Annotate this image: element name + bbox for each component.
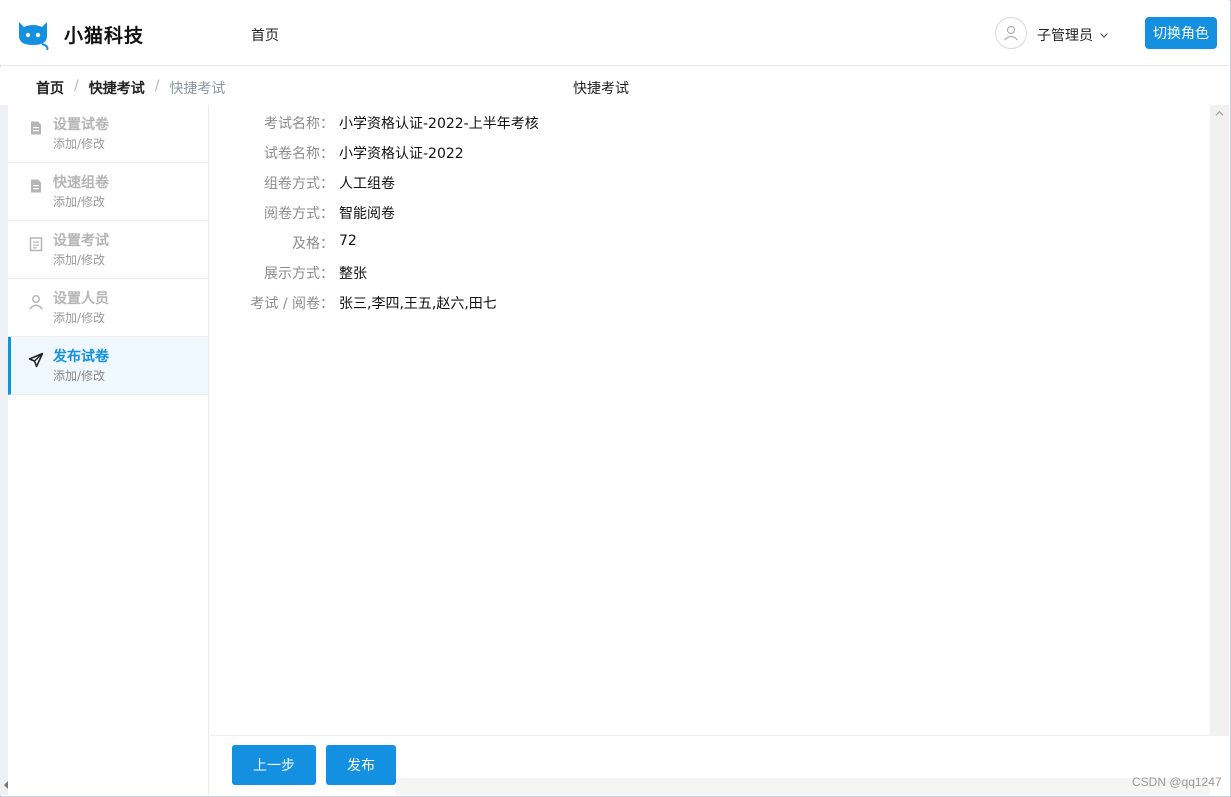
- breadcrumb-quick-exam[interactable]: 快捷考试: [89, 78, 145, 98]
- publish-button[interactable]: 发布: [326, 745, 396, 785]
- breadcrumb-separator: /: [74, 78, 79, 94]
- step-title: 发布试卷: [53, 349, 109, 365]
- step-subtitle: 添加/修改: [53, 311, 106, 325]
- step-sidebar: 设置试卷 添加/修改 快速组卷 添加/修改 设置考试 添加/修改 设置人员 添加…: [8, 105, 209, 795]
- watermark: CSDN @qq1247: [1132, 775, 1222, 789]
- breadcrumb-home[interactable]: 首页: [36, 78, 64, 98]
- prev-step-button[interactable]: 上一步: [232, 745, 316, 785]
- step-quick-compose[interactable]: 快速组卷 添加/修改: [8, 163, 208, 221]
- detail-label: 组卷方式：: [264, 176, 334, 192]
- step-subtitle: 添加/修改: [53, 369, 106, 383]
- step-title: 设置试卷: [53, 117, 109, 133]
- detail-row-exam-name: 考试名称： 小学资格认证-2022-上半年考核: [210, 113, 1209, 133]
- user-icon: [29, 295, 43, 310]
- cat-logo-icon: [19, 22, 49, 50]
- step-set-paper[interactable]: 设置试卷 添加/修改: [8, 105, 208, 163]
- breadcrumb-current: 快捷考试: [169, 81, 226, 97]
- detail-value: 张三,李四,王五,赵六,田七: [339, 296, 497, 312]
- avatar[interactable]: [995, 17, 1027, 49]
- left-edge: [0, 105, 8, 795]
- document-icon: [31, 121, 41, 135]
- detail-value: 小学资格认证-2022-上半年考核: [339, 116, 539, 132]
- detail-row-examinees-graders: 考试 / 阅卷： 张三,李四,王五,赵六,田七: [210, 293, 1209, 313]
- detail-row-pass-score: 及格： 72: [210, 233, 1209, 253]
- breadcrumb: 首页 / 快捷考试 / 快捷考试: [36, 78, 225, 98]
- send-icon: [28, 352, 44, 368]
- detail-row-compose-mode: 组卷方式： 人工组卷: [210, 173, 1209, 193]
- footer-strip: [396, 778, 1210, 795]
- chevron-down-icon: [1100, 33, 1108, 38]
- step-set-exam[interactable]: 设置考试 添加/修改: [8, 221, 208, 279]
- detail-label: 试卷名称：: [264, 146, 334, 162]
- breadcrumb-bar: 首页 / 快捷考试 / 快捷考试 快捷考试: [0, 67, 1229, 105]
- step-set-people[interactable]: 设置人员 添加/修改: [8, 279, 208, 337]
- step-subtitle: 添加/修改: [53, 195, 106, 209]
- user-menu[interactable]: 子管理员: [1037, 25, 1109, 45]
- detail-value: 整张: [339, 266, 367, 282]
- detail-label: 阅卷方式：: [264, 206, 334, 222]
- step-publish-paper[interactable]: 发布试卷 添加/修改: [8, 337, 208, 395]
- switch-role-button[interactable]: 切换角色: [1145, 17, 1217, 49]
- detail-label: 及格：: [292, 236, 334, 252]
- page-title: 快捷考试: [573, 81, 629, 97]
- document-icon: [31, 179, 41, 193]
- calendar-doc-icon: [29, 237, 43, 252]
- detail-row-grading-mode: 阅卷方式： 智能阅卷: [210, 203, 1209, 223]
- detail-row-paper-name: 试卷名称： 小学资格认证-2022: [210, 143, 1209, 163]
- publish-summary: 考试名称： 小学资格认证-2022-上半年考核 试卷名称： 小学资格认证-202…: [210, 105, 1209, 735]
- scroll-up-icon[interactable]: [1215, 109, 1224, 118]
- detail-label: 考试名称：: [264, 116, 334, 132]
- step-subtitle: 添加/修改: [53, 137, 106, 151]
- detail-value: 72: [339, 233, 357, 249]
- step-title: 设置人员: [53, 291, 109, 307]
- brand-name: 小猫科技: [64, 25, 145, 47]
- detail-value: 人工组卷: [339, 176, 395, 192]
- detail-value: 智能阅卷: [339, 206, 395, 222]
- breadcrumb-separator: /: [154, 78, 160, 94]
- step-subtitle: 添加/修改: [53, 253, 106, 267]
- vertical-scrollbar[interactable]: [1210, 105, 1229, 777]
- detail-value: 小学资格认证-2022: [339, 146, 464, 162]
- scroll-left-icon[interactable]: [3, 781, 9, 789]
- step-title: 设置考试: [53, 233, 109, 249]
- detail-label: 考试 / 阅卷：: [250, 296, 334, 312]
- step-title: 快速组卷: [53, 175, 109, 191]
- user-name: 子管理员: [1037, 28, 1093, 44]
- detail-row-display-mode: 展示方式： 整张: [210, 263, 1209, 283]
- user-avatar-icon: [1004, 25, 1018, 41]
- detail-label: 展示方式：: [264, 266, 334, 282]
- nav-home-link[interactable]: 首页: [251, 25, 279, 45]
- top-header: 小猫科技 首页 子管理员 切换角色: [0, 0, 1229, 66]
